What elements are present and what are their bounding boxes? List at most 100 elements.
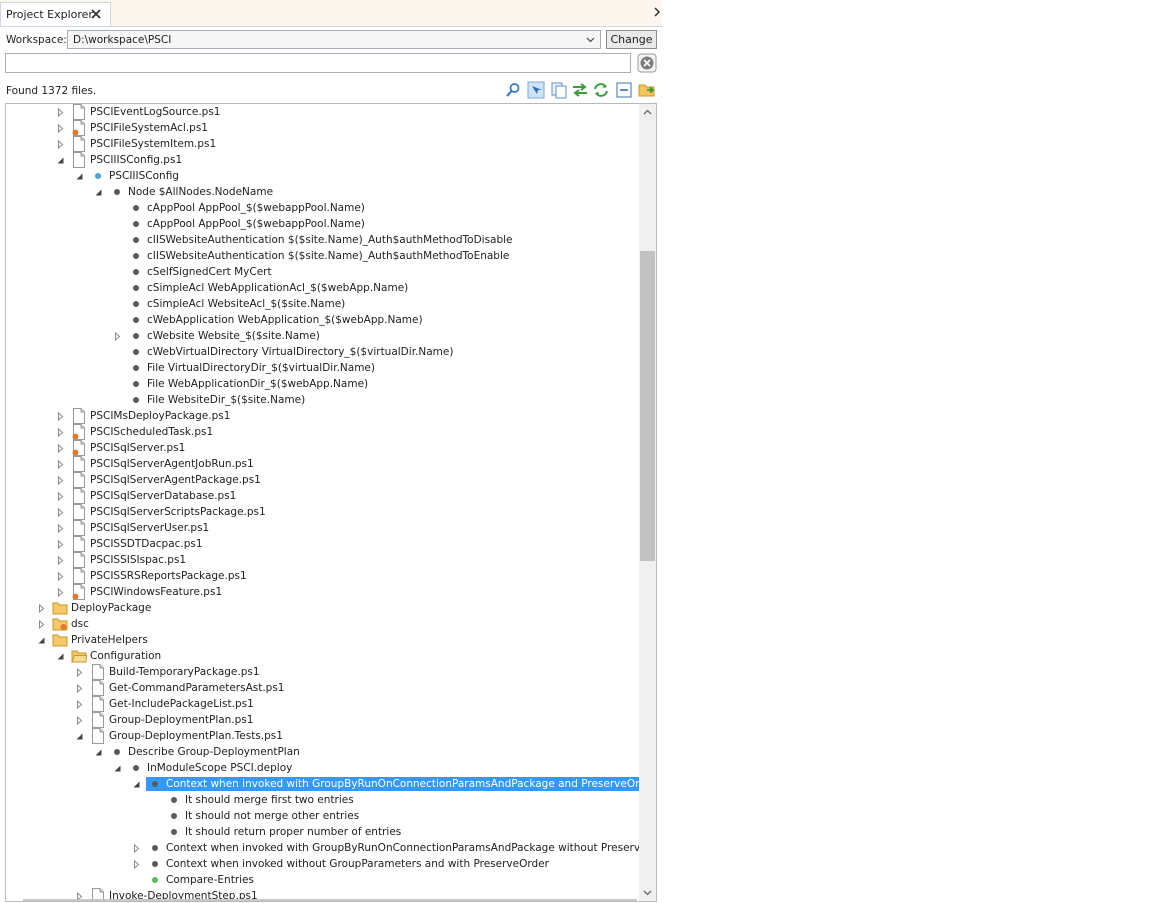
tree-row[interactable]: Get-CommandParametersAst.ps1 — [6, 680, 640, 696]
vertical-scrollbar[interactable] — [639, 104, 656, 901]
tree-row[interactable]: DeployPackage — [6, 600, 640, 616]
tree-row[interactable]: Context when invoked with GroupByRunOnCo… — [6, 840, 656, 856]
expand-arrow-icon[interactable] — [56, 572, 65, 581]
collapse-arrow-icon[interactable] — [94, 188, 103, 197]
tree-row[interactable]: cAppPool AppPool_$($webappPool.Name) — [6, 216, 640, 232]
tree-row[interactable]: Get-IncludePackageList.ps1 — [6, 696, 640, 712]
tree-row[interactable]: PSCIEventLogSource.ps1 — [6, 104, 640, 120]
tree-row[interactable]: File WebApplicationDir_$($webApp.Name) — [6, 376, 640, 392]
tree-row[interactable]: File WebsiteDir_$($site.Name) — [6, 392, 640, 408]
tree-row[interactable]: PSCISSDTDacpac.ps1 — [6, 536, 640, 552]
workspace-combobox[interactable]: D:\workspace\PSCI — [67, 30, 601, 49]
tree-row[interactable]: File VirtualDirectoryDir_$($virtualDir.N… — [6, 360, 640, 376]
expand-arrow-icon[interactable] — [113, 332, 122, 341]
expand-arrow-icon[interactable] — [56, 508, 65, 517]
collapse-all-icon[interactable] — [615, 81, 633, 99]
tree-row[interactable]: PSCIFileSystemAcl.ps1 — [6, 120, 640, 136]
tree-row[interactable]: PSCIMsDeployPackage.ps1 — [6, 408, 640, 424]
tree-row[interactable]: PSCISqlServerDatabase.ps1 — [6, 488, 640, 504]
expand-arrow-icon[interactable] — [56, 428, 65, 437]
horizontal-scrollbar[interactable] — [23, 899, 637, 901]
tree-row[interactable]: cSimpleAcl WebApplicationAcl_$($webApp.N… — [6, 280, 640, 296]
expand-arrow-icon[interactable] — [56, 108, 65, 117]
tree-row[interactable]: PSCISSISIspac.ps1 — [6, 552, 640, 568]
tree-row[interactable]: Context when invoked without GroupParame… — [6, 856, 640, 872]
tree-row[interactable]: PSCIFileSystemItem.ps1 — [6, 136, 640, 152]
collapse-arrow-icon[interactable] — [113, 764, 122, 773]
tree-row[interactable]: Describe Group-DeploymentPlan — [6, 744, 640, 760]
tree-row[interactable]: PSCIIISConfig.ps1 — [6, 152, 640, 168]
tree-row[interactable]: PSCISqlServerUser.ps1 — [6, 520, 640, 536]
tree-row[interactable]: dsc — [6, 616, 640, 632]
find-icon[interactable] — [504, 81, 522, 99]
expand-arrow-icon[interactable] — [56, 460, 65, 469]
tree-row[interactable]: cIISWebsiteAuthentication $($site.Name)_… — [6, 232, 640, 248]
change-button[interactable]: Change — [606, 30, 657, 49]
expand-arrow-icon[interactable] — [56, 444, 65, 453]
tree-row[interactable]: It should return proper number of entrie… — [6, 824, 640, 840]
tree-row[interactable]: PrivateHelpers — [6, 632, 640, 648]
tree-row[interactable]: PSCISqlServer.ps1 — [6, 440, 640, 456]
tree-row[interactable]: It should not merge other entries — [6, 808, 640, 824]
copy-icon[interactable] — [550, 81, 568, 99]
tree-row[interactable]: PSCIIISConfig — [6, 168, 640, 184]
expand-arrow-icon[interactable] — [56, 492, 65, 501]
tree-row[interactable]: It should merge first two entries — [6, 792, 640, 808]
expand-arrow-icon[interactable] — [75, 716, 84, 725]
tree-row[interactable]: cSimpleAcl WebsiteAcl_$($site.Name) — [6, 296, 640, 312]
scroll-thumb[interactable] — [640, 251, 655, 561]
expand-arrow-icon[interactable] — [56, 476, 65, 485]
collapse-arrow-icon[interactable] — [75, 172, 84, 181]
search-input[interactable] — [5, 53, 631, 73]
tree-row[interactable]: Context when invoked with GroupByRunOnCo… — [6, 776, 656, 792]
collapse-arrow-icon[interactable] — [56, 652, 65, 661]
tree-row[interactable]: InModuleScope PSCI.deploy — [6, 760, 640, 776]
locate-icon[interactable] — [527, 81, 545, 99]
expand-arrow-icon[interactable] — [56, 124, 65, 133]
tree-row[interactable]: cWebsite Website_$($site.Name) — [6, 328, 640, 344]
tree-row[interactable]: cWebVirtualDirectory VirtualDirectory_$(… — [6, 344, 640, 360]
expand-arrow-icon[interactable] — [56, 412, 65, 421]
expand-arrow-icon[interactable] — [37, 620, 46, 629]
tree-row[interactable]: PSCISSRSReportsPackage.ps1 — [6, 568, 640, 584]
collapse-arrow-icon[interactable] — [37, 636, 46, 645]
tree-row[interactable]: cIISWebsiteAuthentication $($site.Name)_… — [6, 248, 640, 264]
collapse-arrow-icon[interactable] — [94, 748, 103, 757]
tree-row[interactable]: PSCISqlServerAgentPackage.ps1 — [6, 472, 640, 488]
tree-row[interactable]: PSCISqlServerAgentJobRun.ps1 — [6, 456, 640, 472]
scroll-up-icon[interactable] — [643, 108, 652, 117]
scroll-down-icon[interactable] — [643, 888, 652, 897]
expand-arrow-icon[interactable] — [56, 540, 65, 549]
chevron-right-icon[interactable] — [652, 5, 662, 19]
expand-arrow-icon[interactable] — [132, 844, 141, 853]
tree-row[interactable]: cSelfSignedCert MyCert — [6, 264, 640, 280]
sync-icon[interactable] — [571, 81, 589, 99]
expand-arrow-icon[interactable] — [56, 524, 65, 533]
close-icon[interactable] — [89, 7, 103, 21]
tab-project-explorer[interactable]: Project Explorer — [0, 2, 111, 26]
collapse-arrow-icon[interactable] — [132, 780, 141, 789]
collapse-arrow-icon[interactable] — [75, 732, 84, 741]
expand-arrow-icon[interactable] — [75, 668, 84, 677]
refresh-icon[interactable] — [592, 81, 610, 99]
expand-arrow-icon[interactable] — [132, 860, 141, 869]
expand-arrow-icon[interactable] — [56, 556, 65, 565]
tree-row[interactable]: PSCIWindowsFeature.ps1 — [6, 584, 640, 600]
expand-arrow-icon[interactable] — [75, 700, 84, 709]
tree-row[interactable]: PSCISqlServerScriptsPackage.ps1 — [6, 504, 640, 520]
expand-arrow-icon[interactable] — [56, 588, 65, 597]
tree-row[interactable]: PSCIScheduledTask.ps1 — [6, 424, 640, 440]
tree-row[interactable]: cAppPool AppPool_$($webappPool.Name) — [6, 200, 640, 216]
tree-row[interactable]: Group-DeploymentPlan.Tests.ps1 — [6, 728, 640, 744]
tree-row[interactable]: Compare-Entries — [6, 872, 640, 888]
collapse-arrow-icon[interactable] — [56, 156, 65, 165]
expand-arrow-icon[interactable] — [75, 684, 84, 693]
expand-arrow-icon[interactable] — [56, 140, 65, 149]
expand-arrow-icon[interactable] — [37, 604, 46, 613]
open-folder-icon[interactable] — [638, 81, 656, 99]
clear-icon[interactable] — [637, 53, 657, 73]
project-tree[interactable]: PSCIEventLogSource.ps1 PSCIFileSystemAcl.… — [5, 103, 657, 902]
tree-row[interactable]: Configuration — [6, 648, 640, 664]
tree-row[interactable]: cWebApplication WebApplication_$($webApp… — [6, 312, 640, 328]
tree-row[interactable]: Build-TemporaryPackage.ps1 — [6, 664, 640, 680]
